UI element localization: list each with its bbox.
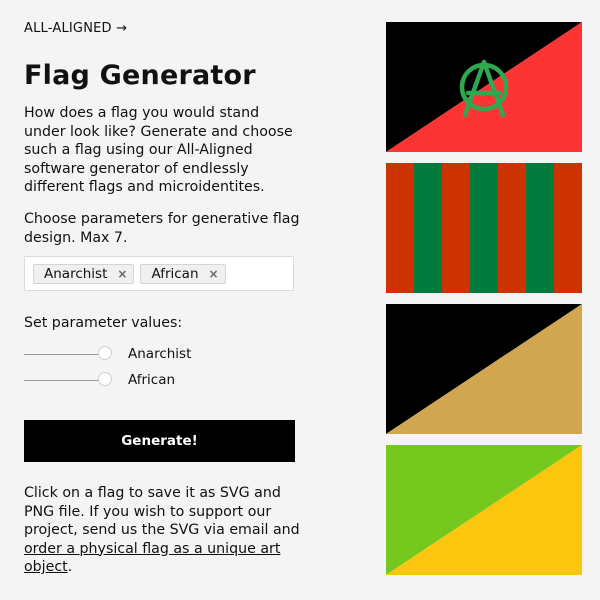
- all-aligned-home-link[interactable]: ALL-ALIGNED →: [24, 21, 127, 36]
- flag-stripe: [470, 163, 499, 293]
- tag-label: African: [151, 265, 199, 282]
- slider-track-line: [24, 353, 102, 355]
- parameter-tag-input[interactable]: Anarchist × African ×: [24, 256, 294, 291]
- flag-black-gold-diagonal[interactable]: [386, 304, 582, 434]
- tag-african: African ×: [140, 263, 226, 284]
- remove-tag-african-icon[interactable]: ×: [209, 267, 219, 281]
- slider-handle[interactable]: [98, 346, 112, 360]
- slider-label-african: African: [128, 372, 176, 388]
- slider-handle[interactable]: [98, 372, 112, 386]
- flag-stripe: [554, 163, 582, 293]
- slider-row-anarchist: Anarchist: [24, 344, 296, 364]
- outro-text: Click on a flag to save it as SVG and PN…: [24, 484, 304, 577]
- flag-stripe: [442, 163, 471, 293]
- flag-african-stripes[interactable]: [386, 163, 582, 293]
- flag-stripe: [526, 163, 555, 293]
- set-values-label: Set parameter values:: [24, 315, 183, 331]
- slider-track-line: [24, 379, 102, 381]
- flag-green-yellow-diagonal[interactable]: [386, 445, 582, 575]
- generate-button[interactable]: Generate!: [24, 420, 295, 462]
- african-slider[interactable]: [24, 372, 112, 388]
- remove-tag-anarchist-icon[interactable]: ×: [117, 267, 127, 281]
- flag-stripe: [386, 163, 415, 293]
- order-flag-link[interactable]: order a physical flag as a unique art ob…: [24, 541, 280, 576]
- choose-parameters-text: Choose parameters for generative flag de…: [24, 211, 300, 246]
- tag-anarchist: Anarchist ×: [33, 263, 135, 284]
- flag-anarchist-black-red[interactable]: [386, 22, 582, 152]
- flag-stripe: [498, 163, 527, 293]
- slider-row-african: African: [24, 370, 296, 390]
- flag-generator-page: ALL-ALIGNED → Flag Generator How does a …: [0, 0, 600, 600]
- anarchist-slider[interactable]: [24, 346, 112, 362]
- intro-text: How does a flag you would stand under lo…: [24, 105, 293, 195]
- outro-body: Click on a flag to save it as SVG and PN…: [24, 485, 300, 538]
- tag-label: Anarchist: [44, 265, 108, 282]
- page-title: Flag Generator: [24, 60, 256, 91]
- slider-label-anarchist: Anarchist: [128, 346, 192, 362]
- flag-stripe: [414, 163, 443, 293]
- outro-end: .: [67, 559, 73, 575]
